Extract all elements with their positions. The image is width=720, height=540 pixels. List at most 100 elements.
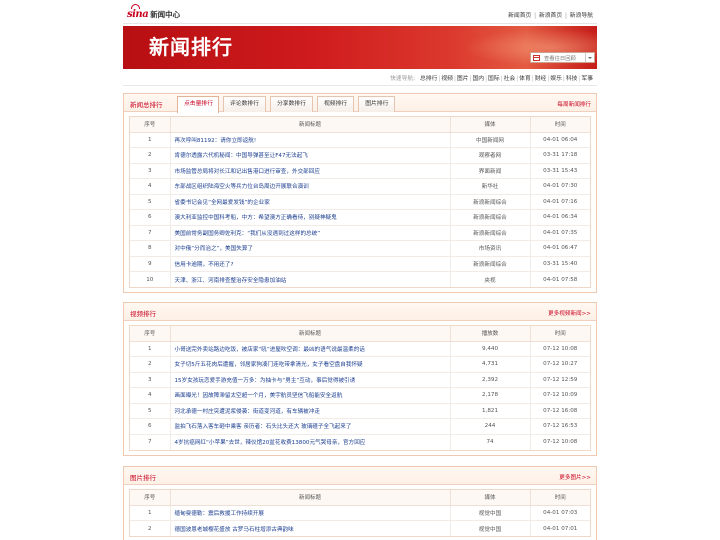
row-plays: 9,440 xyxy=(449,341,530,357)
row-plays: 2,178 xyxy=(449,387,530,404)
row-title-link[interactable]: 德国波恩老城樱花盛放 古罗马石柱增添古典韵味 xyxy=(169,520,450,536)
quick-nav-item[interactable]: 体育 xyxy=(519,76,531,82)
link-news-home[interactable]: 新闻首页 xyxy=(508,13,531,19)
panel-header: 新闻总排行 点击量排行 评论数排行 分享数排行 视频排行 图片排行 每周新闻排行 xyxy=(124,94,596,113)
row-title-link[interactable]: 女子切5斤五花肉后遭握，邻居家狗凑门连吃带拿清光，女子看空盘自我怀疑 xyxy=(169,356,450,373)
tab-photo[interactable]: 图片排行 xyxy=(358,96,396,112)
tab-comments[interactable]: 评论数排行 xyxy=(223,96,266,112)
divider: | xyxy=(485,76,488,82)
row-plays: 244 xyxy=(449,418,530,435)
table-row: 7 4岁抗癌网红“小苹果”去世，辣仪馆20盆花收费13800元气哭母亲，官方回应 7… xyxy=(130,434,590,450)
row-index: 7 xyxy=(147,439,152,445)
quick-nav-item[interactable]: 图片 xyxy=(457,76,469,82)
row-media: 新浪新闻综合 xyxy=(449,209,530,226)
table-row: 4 东部战区组织陆海空火等兵力位台岛周边开展联合演训 新华社 04-01 07:30 xyxy=(130,178,590,195)
link-sina-nav[interactable]: 新浪导航 xyxy=(570,13,593,19)
row-title-link[interactable]: 小哥送完外卖站路边吃饭，被店家“吼”进屋吹空调：最凶的语气说最温柔的话 xyxy=(169,341,450,357)
row-index: 4 xyxy=(130,387,170,404)
row-title-link[interactable]: 画面曝光！因故障滞留太空超一个月，美宇航员坚信飞船能安全返航 xyxy=(169,387,450,404)
quick-nav-item[interactable]: 国内 xyxy=(472,76,484,82)
row-media: 视觉中国 xyxy=(449,505,530,521)
row-title-link[interactable]: 信用卡逾期，不用还了? xyxy=(169,256,450,272)
col-header-time: 时间 xyxy=(529,326,590,342)
row-index: 6 xyxy=(130,209,170,226)
table-row: 9 信用卡逾期，不用还了? 新浪新闻综合 03-31 15:40 xyxy=(130,256,590,272)
row-time: 07-12 12:59 xyxy=(529,372,590,388)
row-index: 5 xyxy=(130,194,170,210)
tab-video[interactable]: 视频排行 xyxy=(317,96,355,112)
row-time: 07-12 16:08 xyxy=(529,403,590,419)
quick-nav-item[interactable]: 社会 xyxy=(504,76,516,82)
video-table: 序号 新闻标题 播放数 时间 1 小哥送完外卖站路边吃饭，被店家“吼”进屋吹空调：… xyxy=(130,326,590,450)
row-title-link[interactable]: 澳大利亚监控中国科考船，中方：希望澳方正确看待，别疑神疑鬼 xyxy=(169,209,450,226)
row-title-link[interactable]: 河北承德一村庄突遭泥浆侵袭：街道变河道，有车辆被冲走 xyxy=(169,403,450,419)
row-title-link[interactable]: 东部战区组织陆海空火等兵力位台岛周边开展联合演训 xyxy=(169,178,450,195)
row-title-link[interactable]: 再次呼叫81192：请你立即返航! xyxy=(169,132,450,148)
quick-nav-item[interactable]: 军事 xyxy=(581,76,593,82)
quick-nav-item[interactable]: 娱乐 xyxy=(550,76,562,82)
row-index: 5 xyxy=(130,403,170,419)
table-row: 6 监拍飞石落入客车砸中乘客 亲历者：石头比头还大 玻璃碴子全飞起来了 244 07-… xyxy=(130,418,590,435)
row-title-link[interactable]: 肯德尔透露六代机秘闻：中国导弹甚至让F47无法起飞 xyxy=(169,147,450,164)
row-index: 2 xyxy=(130,356,170,373)
row-time: 03-31 15:40 xyxy=(529,256,590,272)
table-row: 1 缅甸曼德勒：震后救援工作持续开展 视觉中国 04-01 07:03 xyxy=(130,505,590,521)
row-title-link[interactable]: 天津、浙江、河南排查整治存安全隐患加油站 xyxy=(169,271,450,287)
table-row: 3 15岁女孩玩恋爱手游充值一万多：为抽卡与“男主”互动，事后觉得被引诱 2,392… xyxy=(130,372,590,388)
row-title-link[interactable]: 美国前常务副国务卿佐利克：“我们从没遇到过这样的总统” xyxy=(169,225,450,241)
sina-logo[interactable]: sina 新闻中心 xyxy=(127,4,181,20)
weekly-rank-link[interactable]: 每周新闻排行 xyxy=(557,100,591,108)
quick-nav-item[interactable]: 国际 xyxy=(488,76,500,82)
row-media: 界面新闻 xyxy=(449,163,530,179)
row-media: 观察者网 xyxy=(449,147,530,164)
row-index: 4 xyxy=(130,178,170,195)
row-time: 04-01 07:58 xyxy=(529,271,590,287)
quick-nav-item[interactable]: 总排行 xyxy=(420,76,437,82)
table-row: 10 天津、浙江、河南排查整治存安全隐患加油站 央视 04-01 07:58 xyxy=(130,271,590,287)
row-time: 04-01 07:30 xyxy=(529,178,590,195)
banner: 新闻排行 查看往日回顾 xyxy=(123,26,597,69)
col-header-index: 序号 xyxy=(130,490,170,506)
rank-tabs: 点击量排行 评论数排行 分享数排行 视频排行 图片排行 xyxy=(177,96,399,113)
row-index: 1 xyxy=(130,505,170,521)
row-time: 04-01 06:04 xyxy=(529,132,590,148)
quick-nav-item[interactable]: 视频 xyxy=(441,76,453,82)
table-row: 2 女子切5斤五花肉后遭握，邻居家狗凑门连吃带拿清光，女子看空盘自我怀疑 4,731… xyxy=(130,356,590,373)
more-photo-link[interactable]: 更多图片>> xyxy=(559,473,591,481)
tab-clicks[interactable]: 点击量排行 xyxy=(177,96,219,113)
row-title-link[interactable]: 缅甸曼德勒：震后救援工作持续开展 xyxy=(169,505,450,521)
tab-shares[interactable]: 分享数排行 xyxy=(270,96,313,112)
row-title-link[interactable]: 4岁抗癌网红“小苹果”去世，辣仪馆20盆花收费13800元气哭母亲，官方回应 xyxy=(169,434,450,450)
date-picker[interactable]: 查看往日回顾 xyxy=(530,52,595,63)
more-video-link[interactable]: 更多视频新闻>> xyxy=(548,309,591,317)
chevron-down-icon[interactable] xyxy=(585,53,594,62)
row-time: 07-12 10:27 xyxy=(529,356,590,373)
quick-nav-item[interactable]: 科技 xyxy=(566,76,578,82)
row-index: 1 xyxy=(130,132,170,148)
quick-nav-label: 快速导航: xyxy=(389,76,416,82)
row-title-link[interactable]: 15岁女孩玩恋爱手游充值一万多：为抽卡与“男主”互动，事后觉得被引诱 xyxy=(169,372,450,388)
row-media: 中国新闻网 xyxy=(449,132,530,148)
col-header-title: 新闻标题 xyxy=(169,326,450,342)
row-title-link[interactable]: 市场监管总局将对长江和记出售港口进行审查，外交部回应 xyxy=(169,163,450,179)
col-header-index: 序号 xyxy=(130,326,170,342)
top-links: 新闻首页 | 新浪首页 | 新浪导航 xyxy=(508,10,593,19)
logo-text: 新闻中心 xyxy=(150,10,181,19)
quick-nav-item[interactable]: 财经 xyxy=(535,76,547,82)
row-title-link[interactable]: 省委书记会见“全网最爱发钱”的企业家 xyxy=(169,194,450,210)
row-index: 8 xyxy=(130,240,170,257)
page-title: 新闻排行 xyxy=(149,35,233,59)
row-title-link[interactable]: 监拍飞石落入客车砸中乘客 亲历者：石头比头还大 玻璃碴子全飞起来了 xyxy=(169,418,450,435)
row-index: 3 xyxy=(130,372,170,388)
row-media: 新华社 xyxy=(449,178,530,195)
row-time: 04-01 06:34 xyxy=(529,209,590,226)
row-media: 新浪新闻综合 xyxy=(449,256,530,272)
row-media: 新浪新闻综合 xyxy=(449,225,530,241)
row-media: 新浪新闻综合 xyxy=(449,194,530,210)
table-row: 2 德国波恩老城樱花盛放 古罗马石柱增添古典韵味 视觉中国 04-01 07:01 xyxy=(130,520,590,536)
table-row: 5 省委书记会见“全网最爱发钱”的企业家 新浪新闻综合 04-01 07:16 xyxy=(130,194,590,210)
row-title-link[interactable]: 对中俄“分而治之”，美国失算了 xyxy=(169,240,450,257)
row-index: 3 xyxy=(130,163,170,179)
link-sina-home[interactable]: 新浪首页 xyxy=(539,13,562,19)
row-index: 7 xyxy=(130,225,170,241)
